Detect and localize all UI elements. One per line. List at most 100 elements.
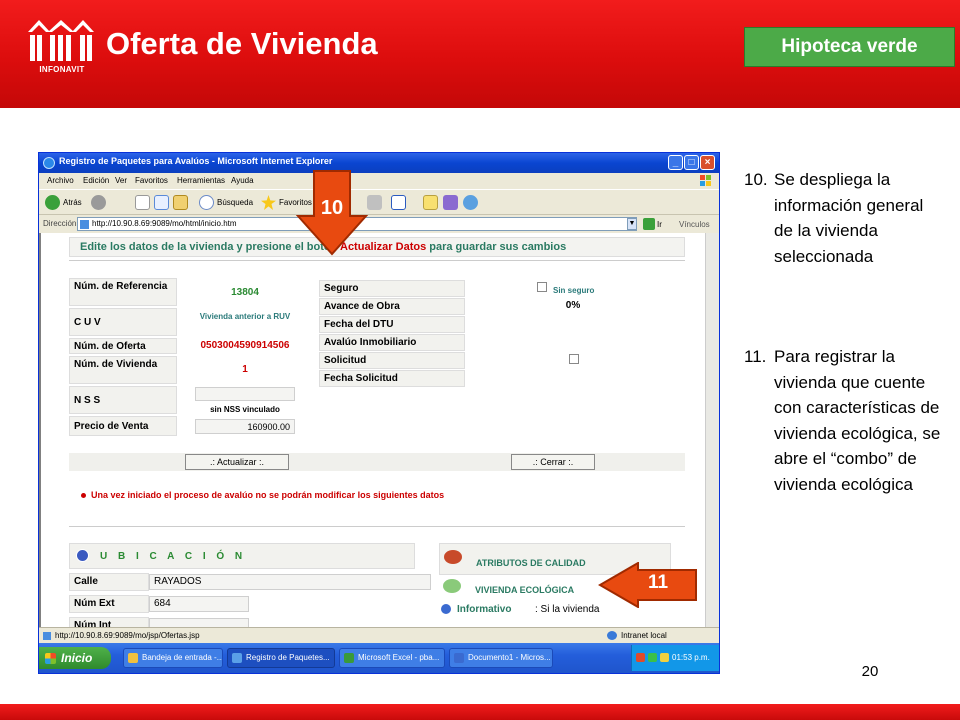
task-label: Documento1 - Micros... [468,653,551,662]
refresh-icon[interactable] [154,195,169,210]
maximize-button[interactable]: □ [684,155,699,170]
start-label: Inicio [61,651,93,665]
warning-text: Una vez iniciado el proceso de avalúo no… [91,490,445,500]
avance-label: Avance de Obra [319,298,465,315]
back-icon[interactable] [45,195,60,210]
tray-icon[interactable] [660,653,669,662]
go-icon[interactable] [643,218,655,230]
status-url: http://10.90.8.69:9089/mo/jsp/Ofertas.js… [55,631,200,640]
step-text: Para registrar la vivienda que cuente co… [774,347,941,494]
menu-edicion[interactable]: Edición [83,176,109,185]
tray-icon[interactable] [648,653,657,662]
print-icon[interactable] [367,195,382,210]
links-label[interactable]: Vínculos [679,220,710,229]
solicitud-label: Solicitud [319,352,465,369]
step-number: 11. [744,347,767,366]
precio-label: Precio de Venta [69,416,177,436]
task-excel[interactable]: Microsoft Excel - pba... [339,648,445,668]
start-button[interactable]: Inicio [39,647,111,669]
footer-bar [0,704,960,720]
precio-input[interactable]: 160900.00 [195,419,295,434]
menu-bar: Archivo Edición Ver Favoritos Herramient… [39,173,719,189]
ubicacion-header: U B I C A C I Ó N [69,543,415,569]
favorites-icon[interactable] [261,195,276,210]
numint-input[interactable] [149,618,249,627]
menu-archivo[interactable]: Archivo [47,176,74,185]
informativo-label: Informativo [457,604,512,615]
word-icon [454,653,464,663]
avance-value: 0% [565,300,581,311]
menu-herramientas[interactable]: Herramientas [177,176,225,185]
solicitud-checkbox[interactable] [569,354,579,364]
vivienda-value: 1 [242,364,248,375]
eco-icon [443,579,461,593]
task-word[interactable]: Documento1 - Micros... [449,648,553,668]
address-bar: Dirección http://10.90.8.69:9089/mo/html… [39,215,719,233]
task-ie[interactable]: Registro de Paquetes... [227,648,335,668]
search-label[interactable]: Búsqueda [217,198,253,207]
cuv-value: Vivienda anterior a RUV [199,312,291,321]
ecologica-title: VIVIENDA ECOLÓGICA [475,585,575,595]
page-number: 20 [861,663,879,680]
window-title: Registro de Paquetes para Avalúos - Micr… [59,156,333,166]
info-icon [441,604,451,614]
task-outlook[interactable]: Bandeja de entrada -... [123,648,223,668]
taskbar: Inicio Bandeja de entrada -... Registro … [39,643,719,673]
ie-icon [43,157,55,169]
address-text: http://10.90.8.69:9089/mo/html/inicio.ht… [92,219,237,228]
page-icon [80,220,89,229]
tag-badge: Hipoteca verde [744,27,955,67]
vivienda-label: Núm. de Vivienda [69,356,177,384]
ref-value: 13804 [231,287,259,298]
address-label: Dirección [43,219,77,228]
logo-text: INFONAVIT [39,65,85,74]
edit-icon[interactable] [391,195,406,210]
step-10: 10. Se despliega la información general … [744,167,944,269]
ie-icon [232,653,242,663]
excel-icon [344,653,354,663]
stop-icon[interactable] [135,195,150,210]
nss-input[interactable] [195,387,295,401]
update-button[interactable]: .: Actualizar :. [185,454,289,470]
forward-icon[interactable] [91,195,106,210]
menu-favoritos[interactable]: Favoritos [135,176,168,185]
research-icon[interactable] [443,195,458,210]
vertical-scrollbar[interactable] [705,233,719,627]
step-text: Se despliega la información general de l… [774,170,924,266]
close-button[interactable]: × [700,155,715,170]
go-label[interactable]: Ir [657,220,662,229]
intranet-icon [607,631,617,640]
ubicacion-title: U B I C A C I Ó N [100,551,247,562]
window-titlebar[interactable]: Registro de Paquetes para Avalúos - Micr… [39,153,719,173]
heading-text-2: para guardar sus cambios [426,241,567,253]
task-label: Bandeja de entrada -... [142,653,223,662]
messenger-icon[interactable] [463,195,478,210]
windows-logo-icon [45,653,56,664]
numext-input[interactable]: 684 [149,596,249,612]
task-label: Registro de Paquetes... [246,653,330,662]
zone-label: Intranet local [621,631,667,640]
calle-input[interactable]: RAYADOS [149,574,431,590]
menu-ver[interactable]: Ver [115,176,127,185]
informativo-text: : Si la vivienda [535,604,600,615]
address-dropdown-icon[interactable]: ▼ [627,218,637,230]
menu-ayuda[interactable]: Ayuda [231,176,254,185]
nss-note: sin NSS vinculado [210,405,280,414]
cuv-label: C U V [69,308,177,336]
page-icon [43,632,51,640]
back-label[interactable]: Atrás [63,198,82,207]
minimize-button[interactable]: _ [668,155,683,170]
system-tray: 01:53 p.m. [631,645,719,671]
search-icon[interactable] [199,195,214,210]
fecha-solicitud-label: Fecha Solicitud [319,370,465,387]
notes-icon[interactable] [423,195,438,210]
home-icon[interactable] [173,195,188,210]
browser-toolbar: Atrás Búsqueda Favoritos [39,189,719,215]
status-bar: http://10.90.8.69:9089/mo/jsp/Ofertas.js… [39,627,719,643]
location-icon [76,549,89,562]
nss-label: N S S [69,386,177,414]
close-form-button[interactable]: .: Cerrar :. [511,454,595,470]
task-label: Microsoft Excel - pba... [358,653,440,662]
seguro-checkbox[interactable] [537,282,547,292]
tray-icon[interactable] [636,653,645,662]
